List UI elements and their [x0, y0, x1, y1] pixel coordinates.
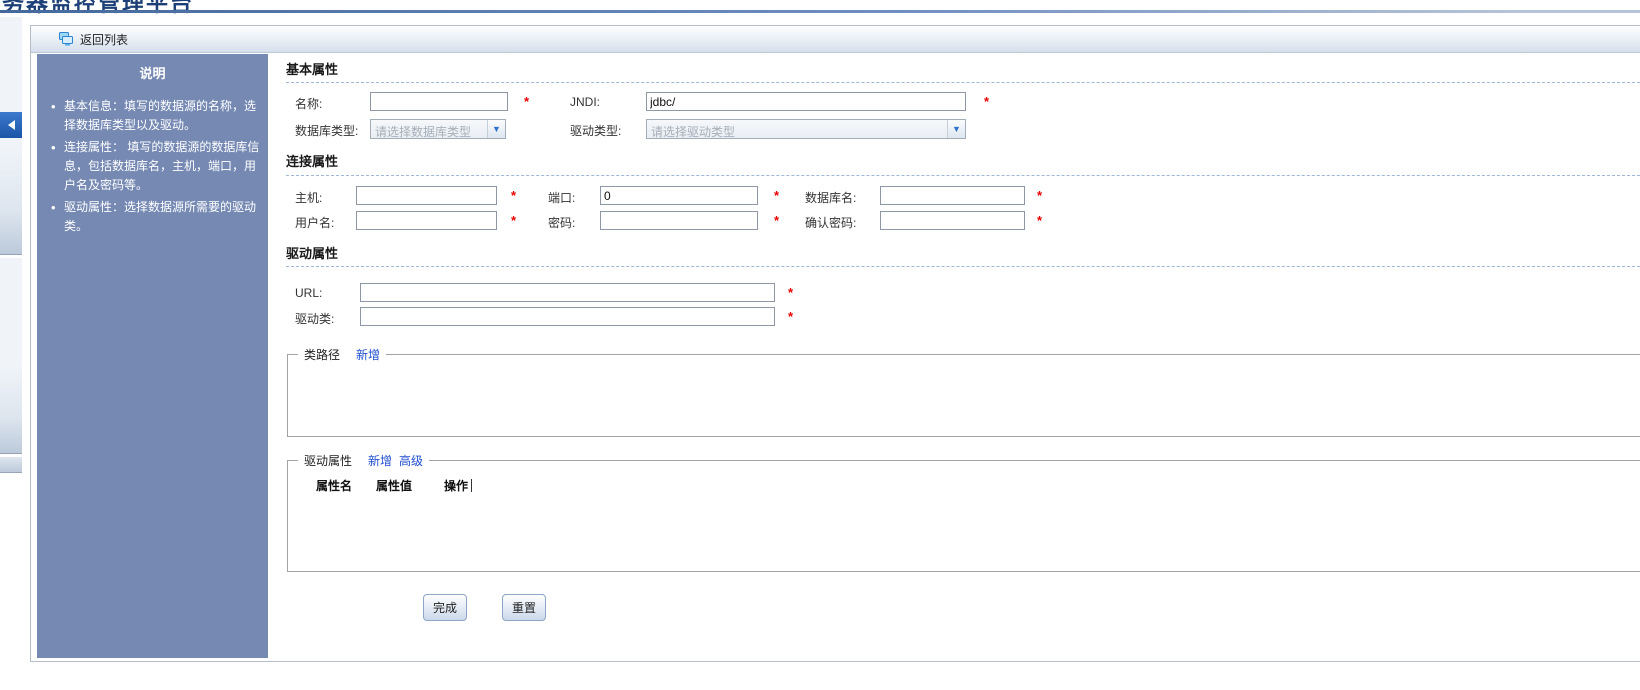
- required-marker: *: [774, 188, 780, 203]
- app-root: 务器监控管理平台 返回列表 说明 基本信息：: [0, 0, 1640, 690]
- help-list-item: 连接属性： 填写的数据源的数据库信息，包括数据库名，主机，端口，用户名及密码等。: [51, 138, 260, 195]
- column-header-prop-value: 属性值: [376, 479, 413, 493]
- section-basic-title: 基本属性: [286, 62, 339, 77]
- name-input[interactable]: [370, 92, 508, 111]
- driver-props-fieldset: 驱动属性 新增 高级 属性名 属性值 操作: [287, 452, 1640, 572]
- driver-type-select[interactable]: 请选择驱动类型 ▼: [646, 119, 966, 139]
- db-type-selected-value: 请选择数据库类型: [375, 125, 472, 138]
- section-divider: [286, 266, 1640, 267]
- driver-props-table-header: 属性名 属性值 操作: [316, 477, 473, 494]
- jndi-label: JNDI:: [570, 95, 600, 109]
- password-input[interactable]: [600, 211, 758, 230]
- confirm-password-label: 确认密码:: [805, 216, 857, 230]
- chevron-down-icon: ▼: [947, 120, 965, 138]
- section-divider: [286, 82, 1640, 83]
- help-list-item: 驱动属性：选择数据源所需要的驱动类。: [51, 198, 260, 236]
- url-label: URL:: [295, 286, 323, 300]
- chevron-down-icon: ▼: [487, 120, 505, 138]
- toolbar: 返回列表: [31, 26, 1640, 53]
- username-input[interactable]: [356, 211, 497, 230]
- db-name-input[interactable]: [880, 186, 1025, 205]
- driver-props-advanced-link[interactable]: 高级: [399, 452, 423, 469]
- driver-class-label: 驱动类:: [295, 312, 335, 326]
- reset-button[interactable]: 重置: [502, 594, 547, 621]
- help-sidebar-title: 说明: [139, 66, 166, 81]
- required-marker: *: [788, 285, 794, 300]
- classpath-fieldset: 类路径 新增: [287, 346, 1640, 437]
- password-label: 密码:: [548, 216, 576, 230]
- required-marker: *: [1037, 188, 1043, 203]
- required-marker: *: [511, 213, 517, 228]
- name-label: 名称:: [295, 97, 323, 111]
- driver-class-input[interactable]: [360, 307, 775, 326]
- db-type-select[interactable]: 请选择数据库类型 ▼: [370, 119, 506, 139]
- host-input[interactable]: [356, 186, 497, 205]
- driver-props-add-link[interactable]: 新增: [368, 452, 392, 469]
- db-name-label: 数据库名:: [805, 191, 857, 205]
- back-to-list-label: 返回列表: [80, 32, 129, 47]
- db-type-label: 数据库类型:: [295, 124, 359, 138]
- page-title: 务器监控管理平台: [2, 0, 195, 16]
- required-marker: *: [788, 309, 794, 324]
- collapsed-panel-bottom: [0, 457, 22, 473]
- arrow-left-icon: [7, 120, 15, 130]
- port-label: 端口:: [548, 191, 576, 205]
- required-marker: *: [774, 213, 780, 228]
- host-label: 主机:: [295, 191, 323, 205]
- url-input[interactable]: [360, 283, 775, 302]
- driver-props-legend: 驱动属性 新增 高级: [298, 452, 430, 469]
- section-driver-title: 驱动属性: [286, 246, 339, 261]
- username-label: 用户名:: [295, 216, 335, 230]
- driver-type-selected-value: 请选择驱动类型: [651, 125, 736, 138]
- classpath-add-link[interactable]: 新增: [356, 346, 380, 363]
- driver-props-legend-title: 驱动属性: [304, 454, 353, 468]
- column-header-prop-name: 属性名: [316, 479, 353, 493]
- column-header-operation: 操作: [444, 479, 469, 493]
- help-list-item: 基本信息：填写的数据源的名称，选择数据库类型以及驱动。: [51, 97, 260, 135]
- required-marker: *: [524, 94, 530, 109]
- stacked-windows-icon: [58, 31, 74, 47]
- help-sidebar: 说明 基本信息：填写的数据源的名称，选择数据库类型以及驱动。 连接属性： 填写的…: [37, 54, 268, 658]
- jndi-input[interactable]: [646, 92, 966, 111]
- required-marker: *: [1037, 213, 1043, 228]
- collapsed-panel-middle: [0, 258, 22, 454]
- datasource-form: 基本属性 名称: * JNDI: * 数据库类型: 请选择数据库类型 ▼ 驱动类…: [283, 53, 1640, 661]
- confirm-password-input[interactable]: [880, 211, 1025, 230]
- required-marker: *: [984, 94, 990, 109]
- title-divider: [0, 10, 1640, 13]
- help-list: 基本信息：填写的数据源的名称，选择数据库类型以及驱动。 连接属性： 填写的数据源…: [51, 97, 260, 236]
- column-divider: [471, 479, 473, 492]
- collapse-panel-button[interactable]: [0, 112, 22, 138]
- main-panel: 返回列表 说明 基本信息：填写的数据源的名称，选择数据库类型以及驱动。 连接属性…: [30, 25, 1640, 662]
- driver-type-label: 驱动类型:: [570, 124, 622, 138]
- finish-button[interactable]: 完成: [423, 594, 468, 621]
- required-marker: *: [511, 188, 517, 203]
- port-input[interactable]: [600, 186, 758, 205]
- section-connection-title: 连接属性: [286, 154, 339, 169]
- classpath-legend: 类路径 新增: [298, 346, 387, 363]
- back-to-list-button[interactable]: 返回列表: [54, 29, 132, 50]
- classpath-legend-title: 类路径: [304, 348, 341, 362]
- section-divider: [286, 175, 1640, 176]
